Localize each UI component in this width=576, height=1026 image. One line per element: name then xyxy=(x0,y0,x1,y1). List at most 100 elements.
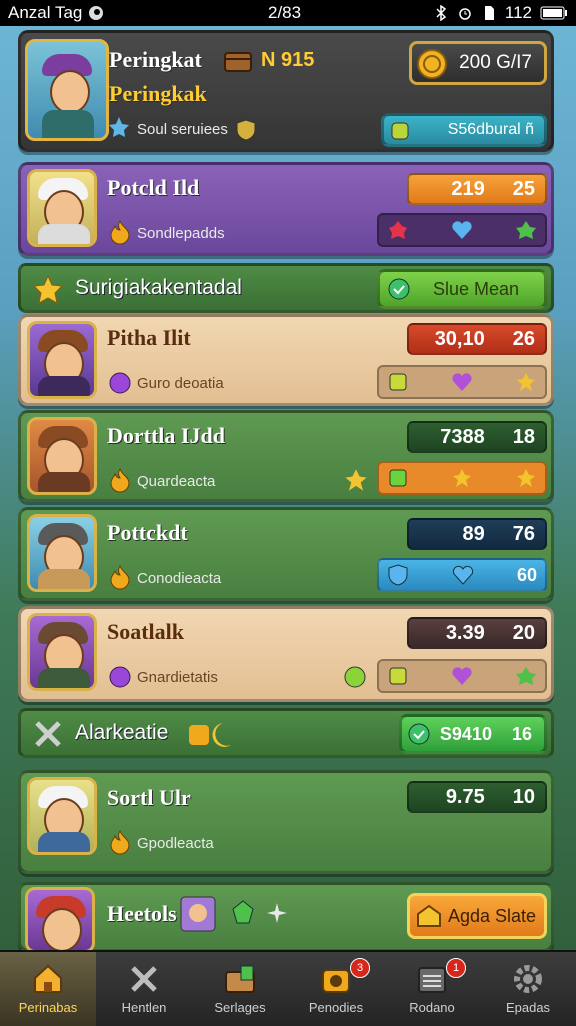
purple-heart-icon xyxy=(452,667,472,685)
clock: 2/83 xyxy=(268,3,302,22)
score-bar: 9.75 10 xyxy=(407,781,547,813)
item-count: 60 xyxy=(516,564,537,585)
item-row: 60 xyxy=(377,558,547,592)
score-value: 7388 xyxy=(440,425,485,448)
leaderboard-row[interactable]: Pitha Ilit Guro deoatia 30,10 26 xyxy=(18,314,554,406)
puzzle-moon-icon xyxy=(189,723,231,747)
tab-label: Penodies xyxy=(308,1000,364,1015)
section-action-value: S9410 xyxy=(439,723,492,744)
score-value: 3.39 xyxy=(445,621,485,644)
purple-potion-icon xyxy=(109,372,131,394)
tab-storage[interactable]: Serlages xyxy=(192,952,288,1026)
score-secondary: 20 xyxy=(512,621,535,644)
profile-action-label: S56dbural ñ xyxy=(447,121,534,138)
tab-rewards[interactable]: 3 Penodies xyxy=(288,952,384,1026)
chest-icon xyxy=(225,965,255,993)
green-gem-icon xyxy=(516,667,536,685)
player-avatar xyxy=(25,887,95,953)
sim-icon xyxy=(484,6,494,20)
section-action-button[interactable]: S9410 16 xyxy=(399,714,547,754)
profile-tag: Soul seruiees xyxy=(137,121,228,138)
carrier-text: Anzal Tag xyxy=(8,3,83,22)
coins-display[interactable]: 200 G/I7 xyxy=(409,41,547,85)
sparkle-icon xyxy=(267,903,287,923)
section-action-button[interactable]: Slue Mean xyxy=(377,269,547,309)
chat-icon xyxy=(408,723,430,745)
leaderboard-row[interactable]: Pottckdt Conodieacta 89 76 60 xyxy=(18,507,554,601)
flame-icon xyxy=(110,564,130,590)
green-card-icon xyxy=(389,469,407,487)
tab-calendar[interactable]: 1 Rodano xyxy=(384,952,480,1026)
player-name: Sortl Ulr xyxy=(107,785,191,810)
flame-icon xyxy=(110,829,130,855)
player-avatar xyxy=(27,321,97,399)
player-subtitle: Gnardietatis xyxy=(137,669,218,686)
player-avatar xyxy=(27,613,97,691)
star-badge-icon xyxy=(109,117,129,137)
profile-title: Peringkat xyxy=(109,47,202,72)
player-avatar[interactable] xyxy=(25,39,109,141)
leaderboard-row[interactable]: Sortl Ulr Gpodleacta 9.75 10 xyxy=(18,770,554,874)
item-row xyxy=(377,213,547,247)
player-subtitle: Conodieacta xyxy=(137,570,222,587)
score-value: 9.75 xyxy=(445,785,485,808)
blue-heart-icon xyxy=(452,221,472,239)
player-name: Pitha Ilit xyxy=(107,325,191,350)
home-icon xyxy=(34,964,62,993)
coin-icon xyxy=(417,49,447,79)
leaderboard-row[interactable]: Heetols Agda Slate xyxy=(18,882,554,953)
profile-subtitle: Peringkak xyxy=(109,81,207,106)
player-name: Dorttla IJdd xyxy=(107,423,225,448)
item-row xyxy=(377,659,547,693)
player-subtitle: Quardeacta xyxy=(137,473,216,490)
gem-icon xyxy=(391,122,409,140)
item-row xyxy=(377,365,547,399)
player-avatar xyxy=(27,514,97,592)
leaderboard-row[interactable]: Dorttla IJdd Quardeacta 7388 18 xyxy=(18,410,554,502)
star-icon xyxy=(453,469,471,487)
star-icon xyxy=(345,469,367,491)
green-gem-icon xyxy=(516,221,536,239)
profile-card: Peringkat Peringkak N 915 Soul seruiees … xyxy=(18,30,554,152)
player-avatar xyxy=(27,417,97,495)
green-swirl-icon xyxy=(344,666,366,688)
coins-value: 200 G/I7 xyxy=(459,52,532,73)
item-row xyxy=(377,461,547,495)
tab-settings[interactable]: Epadas xyxy=(480,952,576,1026)
player-name: Heetols xyxy=(107,901,177,926)
section-action-count: 16 xyxy=(511,723,532,744)
red-gem-icon xyxy=(389,221,407,239)
profile-action-button[interactable]: S56dbural ñ xyxy=(381,113,547,147)
battery-text: 112 xyxy=(504,3,532,22)
player-avatar xyxy=(27,169,97,247)
calendar-icon xyxy=(418,967,446,993)
gift-icon xyxy=(322,969,350,993)
player-subtitle: Sondlepadds xyxy=(137,225,225,242)
star-icon xyxy=(517,373,535,391)
player-name: Soatlalk xyxy=(107,619,185,644)
chest-icon xyxy=(224,52,252,72)
crossed-swords-icon xyxy=(35,721,61,747)
chest-icon xyxy=(417,904,441,927)
leaderboard-row[interactable]: Potcld Ild Sondlepadds 219 25 xyxy=(18,162,554,256)
level-display: N 915 xyxy=(261,49,314,72)
bottom-action-button[interactable]: Agda Slate xyxy=(407,893,547,939)
alarm-icon xyxy=(459,8,471,20)
tab-home[interactable]: Perinabas xyxy=(0,952,96,1026)
score-secondary: 76 xyxy=(512,522,535,545)
player-avatar xyxy=(27,777,97,855)
shield-icon xyxy=(388,564,408,586)
shield-icon xyxy=(236,119,256,141)
section-header: Alarkeatie S9410 16 xyxy=(18,708,554,758)
score-secondary: 26 xyxy=(512,327,535,350)
notification-badge: 1 xyxy=(446,958,466,978)
player-subtitle: Guro deoatia xyxy=(137,375,224,392)
score-bar: 30,10 26 xyxy=(407,323,547,355)
leaderboard-row[interactable]: Soatlalk Gnardietatis 3.39 20 xyxy=(18,606,554,702)
score-secondary: 18 xyxy=(512,425,535,448)
section-title: Surigiakakentadal xyxy=(75,276,242,299)
score-bar: 89 76 xyxy=(407,518,547,550)
tab-battle[interactable]: Hentlen xyxy=(96,952,192,1026)
star-icon xyxy=(517,469,535,487)
bluetooth-icon xyxy=(436,5,447,21)
